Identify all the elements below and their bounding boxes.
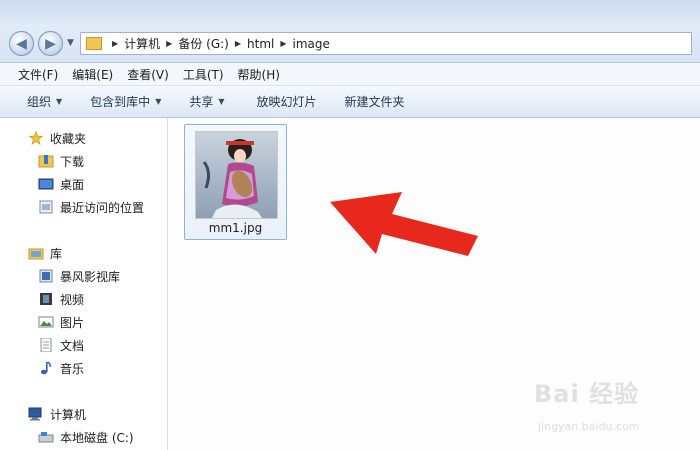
nav-local-disk[interactable]: 本地磁盘 (C:): [38, 427, 134, 447]
picture-icon: [38, 316, 54, 328]
recent-pages-dropdown[interactable]: ▼: [67, 38, 74, 48]
nav-computer[interactable]: 计算机: [28, 404, 86, 424]
title-bar: [0, 0, 700, 24]
nav-music-label: 音乐: [60, 361, 85, 376]
share-label: 共享: [189, 95, 214, 109]
nav-desktop[interactable]: 桌面: [38, 174, 84, 194]
breadcrumb-drive[interactable]: 备份 (G:): [178, 35, 229, 52]
menu-view[interactable]: 查看(V): [120, 66, 176, 83]
menu-file[interactable]: 文件(F): [11, 66, 65, 83]
red-arrow-annotation: [330, 192, 478, 256]
computer-icon: [28, 407, 42, 421]
menu-tools[interactable]: 工具(T): [176, 66, 231, 83]
nav-music[interactable]: 音乐: [38, 358, 84, 378]
breadcrumb-image[interactable]: image: [293, 37, 330, 51]
nav-computer-label: 计算机: [50, 407, 87, 422]
file-name: mm1.jpg: [208, 221, 263, 235]
back-button[interactable]: ◀: [9, 31, 34, 56]
nav-desktop-label: 桌面: [60, 177, 85, 192]
image-thumbnail: [195, 131, 278, 219]
chevron-right-icon[interactable]: ▶: [235, 39, 241, 48]
nav-libraries[interactable]: 库: [28, 243, 62, 263]
downloads-folder-icon: [38, 155, 54, 168]
menu-edit[interactable]: 编辑(E): [65, 66, 120, 83]
breadcrumb-html[interactable]: html: [247, 37, 274, 51]
address-bar[interactable]: ▶ 计算机 ▶ 备份 (G:) ▶ html ▶ image: [80, 32, 692, 55]
music-note-icon: [41, 361, 51, 375]
film-icon: [40, 293, 52, 305]
breadcrumb-computer[interactable]: 计算机: [124, 35, 160, 52]
nav-documents-label: 文档: [60, 338, 85, 353]
nav-recent[interactable]: 最近访问的位置: [38, 197, 144, 217]
organize-label: 组织: [27, 95, 52, 109]
menu-help[interactable]: 帮助(H): [231, 66, 287, 83]
nav-pictures-label: 图片: [60, 315, 85, 330]
hard-drive-icon: [38, 432, 54, 443]
chevron-down-icon: ▼: [56, 97, 63, 106]
chevron-down-icon: ▼: [218, 97, 225, 106]
document-icon: [40, 338, 52, 352]
watermark-url: jingyan.baidu.com: [538, 420, 640, 433]
chevron-right-icon[interactable]: ▶: [112, 39, 118, 48]
nav-storm-library[interactable]: 暴风影视库: [38, 266, 120, 286]
chevron-right-icon[interactable]: ▶: [280, 39, 286, 48]
forward-arrow-icon: ▶: [45, 35, 56, 52]
back-arrow-icon: ◀: [16, 35, 27, 52]
new-folder-button[interactable]: 新建文件夹: [331, 93, 419, 110]
organize-button[interactable]: 组织 ▼: [0, 93, 76, 110]
chevron-right-icon[interactable]: ▶: [166, 39, 172, 48]
nav-downloads-label: 下载: [60, 154, 85, 169]
nav-favorites[interactable]: 收藏夹: [28, 128, 86, 148]
desktop-icon: [38, 178, 54, 190]
forward-button[interactable]: ▶: [38, 31, 63, 56]
nav-local-disk-label: 本地磁盘 (C:): [60, 430, 134, 445]
address-strip: ◀ ▶ ▼ ▶ 计算机 ▶ 备份 (G:) ▶ html ▶ image: [0, 0, 700, 63]
nav-videos-label: 视频: [60, 292, 85, 307]
include-library-label: 包含到库中: [90, 95, 151, 109]
chevron-down-icon: ▼: [155, 97, 162, 106]
nav-favorites-label: 收藏夹: [50, 131, 87, 146]
slideshow-button[interactable]: 放映幻灯片: [239, 93, 331, 110]
nav-documents[interactable]: 文档: [38, 335, 84, 355]
library-folder-icon: [28, 248, 44, 260]
nav-pictures[interactable]: 图片: [38, 312, 84, 332]
folder-icon: [86, 37, 102, 50]
nav-downloads[interactable]: 下载: [38, 151, 84, 171]
include-library-button[interactable]: 包含到库中 ▼: [76, 93, 175, 110]
star-icon: [28, 131, 44, 145]
nav-recent-label: 最近访问的位置: [60, 200, 145, 215]
watermark-logo-text: Bai 经验: [534, 380, 640, 408]
nav-libraries-label: 库: [50, 246, 63, 261]
menu-bar: 文件(F) 编辑(E) 查看(V) 工具(T) 帮助(H): [0, 63, 700, 86]
navigation-pane: 收藏夹 下载 桌面 最近访问的位置 库 暴风影视库 视频 图片 文档 音乐 计算…: [0, 118, 168, 450]
file-item[interactable]: mm1.jpg: [184, 124, 287, 240]
nav-videos[interactable]: 视频: [38, 289, 84, 309]
nav-storm-library-label: 暴风影视库: [60, 269, 121, 284]
command-bar: 组织 ▼ 包含到库中 ▼ 共享 ▼ 放映幻灯片 新建文件夹: [0, 86, 700, 118]
share-button[interactable]: 共享 ▼: [175, 93, 238, 110]
recent-places-icon: [39, 200, 53, 214]
video-library-icon: [39, 269, 53, 283]
baidu-watermark: Bai 经验 jingyan.baidu.com: [534, 374, 684, 438]
